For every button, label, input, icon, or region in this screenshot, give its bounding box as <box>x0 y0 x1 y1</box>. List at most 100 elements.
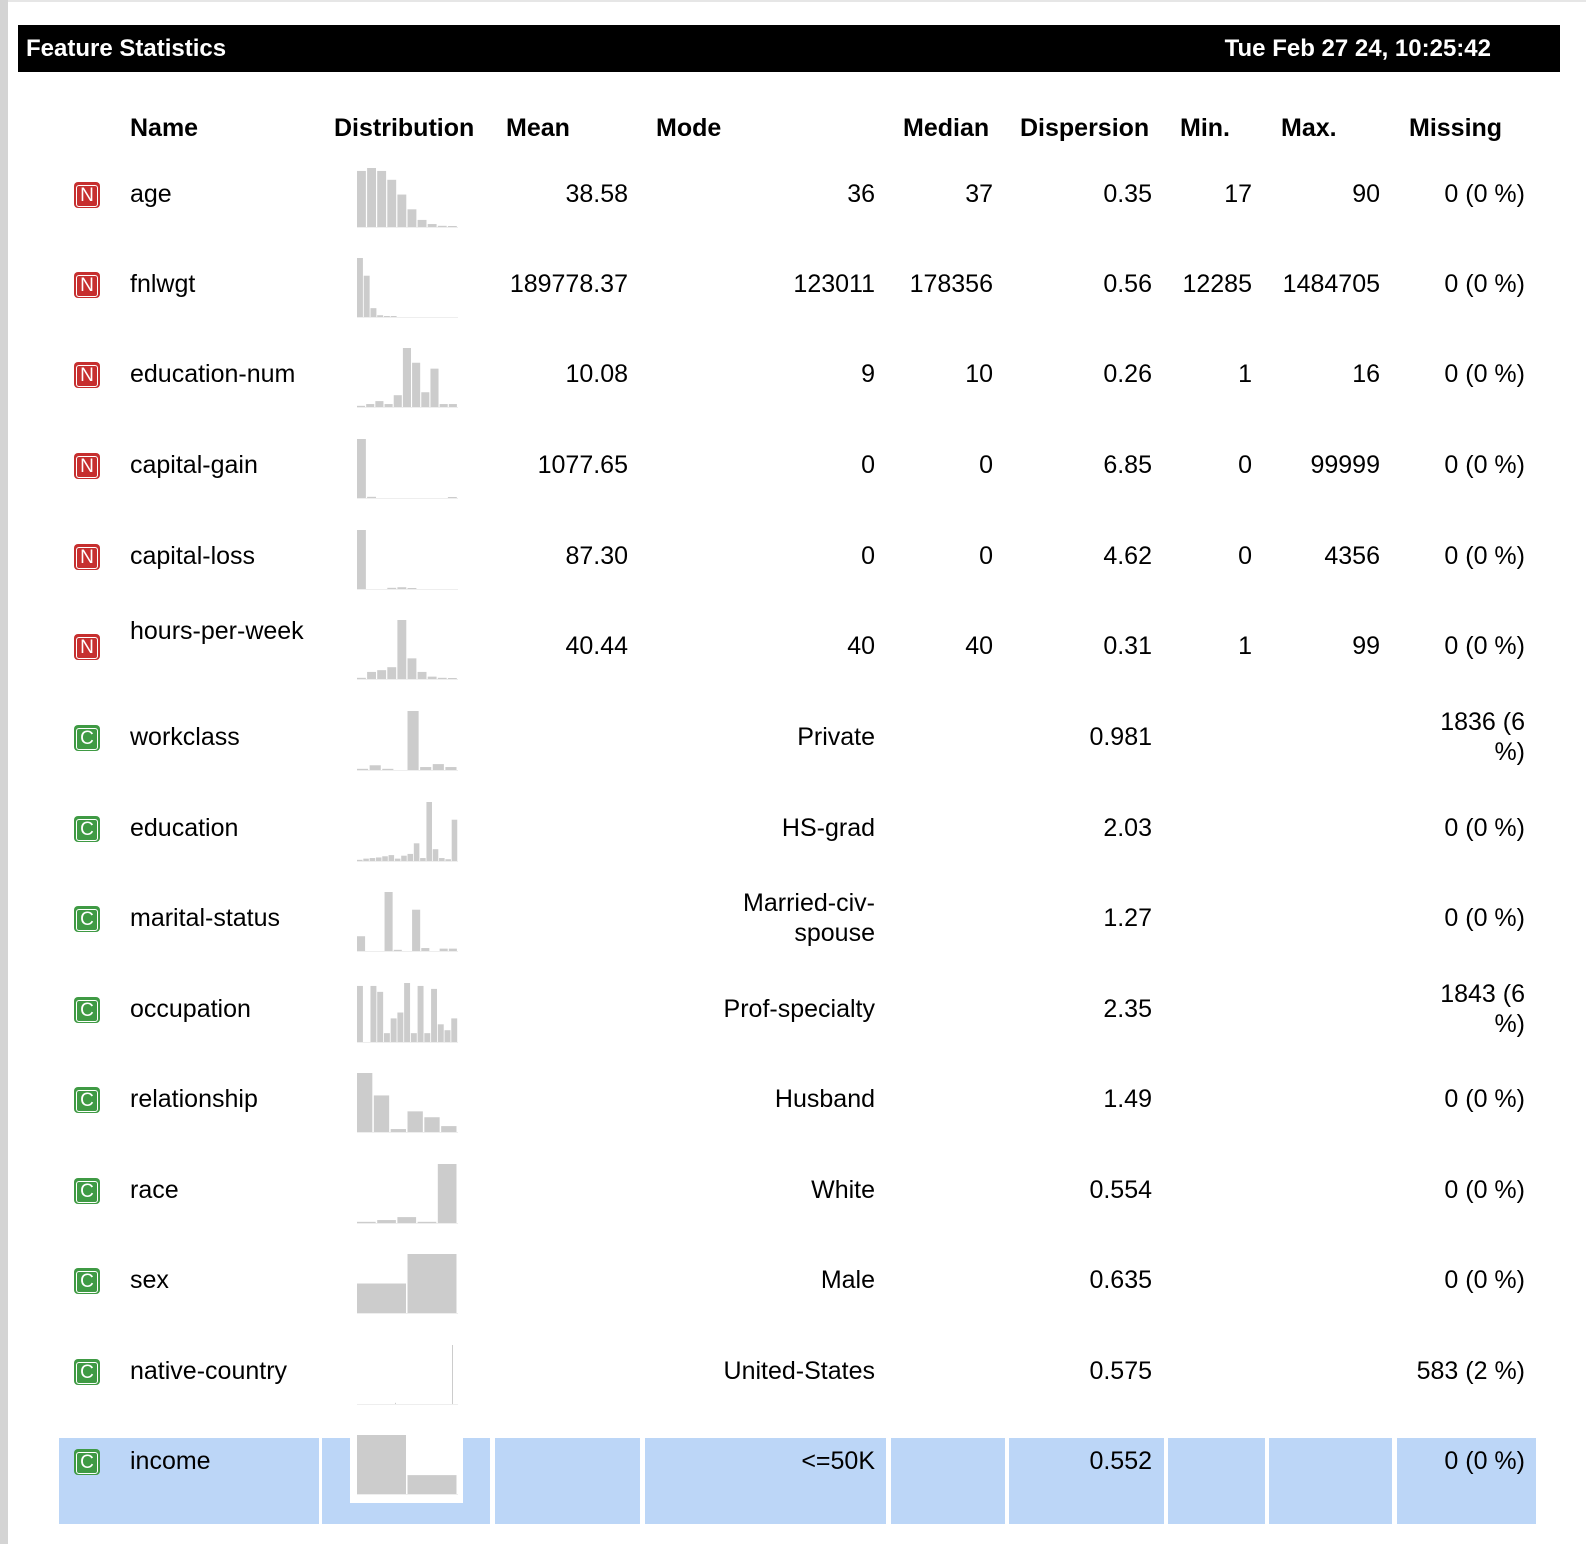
header-mean[interactable]: Mean <box>506 114 570 143</box>
distribution-histogram <box>357 619 458 680</box>
distribution-histogram <box>357 801 458 862</box>
histogram-bar <box>377 670 387 679</box>
histogram-bar <box>426 802 432 861</box>
categorical-type-icon: C <box>74 906 100 932</box>
type-letter: N <box>76 547 98 569</box>
cell-median: 37 <box>965 180 993 208</box>
cell-missing: 583 (2 %) <box>1416 1357 1525 1385</box>
histogram-bar <box>377 991 384 1042</box>
feature-name: sex <box>130 1266 169 1294</box>
distribution-histogram <box>357 1072 458 1133</box>
numeric-type-icon: N <box>74 453 100 479</box>
cell-mode: 123011 <box>793 270 875 298</box>
histogram-bar <box>387 667 397 679</box>
histogram-bar <box>357 985 363 1042</box>
categorical-type-icon: C <box>74 997 100 1023</box>
histogram-bar <box>447 497 457 498</box>
header-min[interactable]: Min. <box>1180 114 1230 143</box>
cell-missing: 0 (0 %) <box>1444 1176 1525 1204</box>
header-median[interactable]: Median <box>903 114 989 143</box>
cell-mode: Male <box>820 1266 875 1294</box>
categorical-type-icon: C <box>74 1449 100 1475</box>
histogram-bar <box>397 1217 417 1223</box>
cell-mean: 10.08 <box>565 360 628 388</box>
cell-dispersion: 0.575 <box>1089 1357 1152 1385</box>
cell-mode: Private <box>797 723 875 751</box>
histogram-bar <box>417 985 424 1042</box>
histogram-bar <box>382 768 394 770</box>
table-row[interactable]: Cincome <=50K 0.552 0 (0 %) <box>0 1424 1586 1552</box>
header-max[interactable]: Max. <box>1281 114 1337 143</box>
histogram-bar <box>375 857 382 861</box>
type-letter: N <box>76 185 98 207</box>
histogram-bar <box>390 316 397 317</box>
cell-mode: 0 <box>861 451 875 479</box>
histogram-bar <box>427 224 437 227</box>
histogram-bar <box>413 843 420 861</box>
header-dispersion[interactable]: Dispersion <box>1020 114 1149 143</box>
histogram-bar <box>444 1030 451 1042</box>
histogram-bar <box>451 819 458 861</box>
selected-cell-background <box>891 1438 1005 1524</box>
histogram-bar <box>401 855 407 861</box>
histogram-bar <box>445 859 451 861</box>
histogram-bar <box>377 1220 396 1223</box>
cell-max: 99 <box>1352 632 1380 660</box>
cell-mode: HS-grad <box>781 814 875 842</box>
cell-max: 90 <box>1352 180 1380 208</box>
histogram-bar <box>370 985 377 1042</box>
cell-min: 0 <box>1238 542 1252 570</box>
distribution-histogram <box>357 710 458 771</box>
histogram-bar <box>412 362 421 407</box>
distribution-histogram <box>357 257 458 318</box>
cell-dispersion: 0.635 <box>1089 1266 1152 1294</box>
cell-min: 1 <box>1238 360 1252 388</box>
cell-missing: 0 (0 %) <box>1444 270 1525 298</box>
cell-mode: 9 <box>861 360 875 388</box>
cell-missing: 0 (0 %) <box>1444 542 1525 570</box>
cell-min: 17 <box>1224 180 1252 208</box>
histogram-bar <box>357 936 366 951</box>
histogram-bar <box>357 170 366 227</box>
numeric-type-icon: N <box>74 362 100 388</box>
histogram-bar <box>387 587 397 589</box>
header-missing[interactable]: Missing <box>1409 114 1502 143</box>
cell-median: 10 <box>965 360 993 388</box>
title-bar: Feature Statistics Tue Feb 27 24, 10:25:… <box>18 25 1560 72</box>
histogram-bar <box>367 496 376 498</box>
cell-mean: 189778.37 <box>509 270 628 298</box>
cell-median: 0 <box>979 542 993 570</box>
header-mode[interactable]: Mode <box>656 114 721 143</box>
cell-min: 0 <box>1238 451 1252 479</box>
distribution-histogram <box>357 167 458 228</box>
categorical-type-icon: C <box>74 1087 100 1113</box>
histogram-bar <box>357 768 369 770</box>
cell-mode: United-States <box>723 1357 875 1385</box>
feature-name: race <box>130 1176 179 1204</box>
cell-max: 16 <box>1352 360 1380 388</box>
cell-dispersion: 2.03 <box>1103 814 1152 842</box>
cell-median: 40 <box>965 632 993 660</box>
feature-name: education-num <box>130 360 296 388</box>
histogram-bar <box>383 1033 390 1042</box>
type-letter: N <box>76 365 98 387</box>
histogram-bar <box>437 1024 444 1042</box>
distribution-histogram <box>357 1434 458 1495</box>
histogram-bar <box>420 858 426 861</box>
numeric-type-icon: N <box>74 272 100 298</box>
header-distribution[interactable]: Distribution <box>334 114 474 143</box>
cell-missing: 0 (0 %) <box>1444 1085 1525 1113</box>
histogram-bar <box>357 1073 373 1132</box>
histogram-bar <box>393 395 402 407</box>
histogram-bar <box>427 676 437 679</box>
histogram-bar <box>366 404 375 407</box>
cell-max: 99999 <box>1310 451 1380 479</box>
histogram-bar <box>369 858 376 861</box>
histogram-bar <box>407 209 417 227</box>
histogram-bar <box>439 404 448 407</box>
cell-mean: 40.44 <box>565 632 628 660</box>
cell-missing: 0 (0 %) <box>1444 451 1525 479</box>
type-letter: C <box>76 1452 98 1474</box>
cell-dispersion: 0.552 <box>1089 1447 1152 1475</box>
header-name[interactable]: Name <box>130 114 198 143</box>
